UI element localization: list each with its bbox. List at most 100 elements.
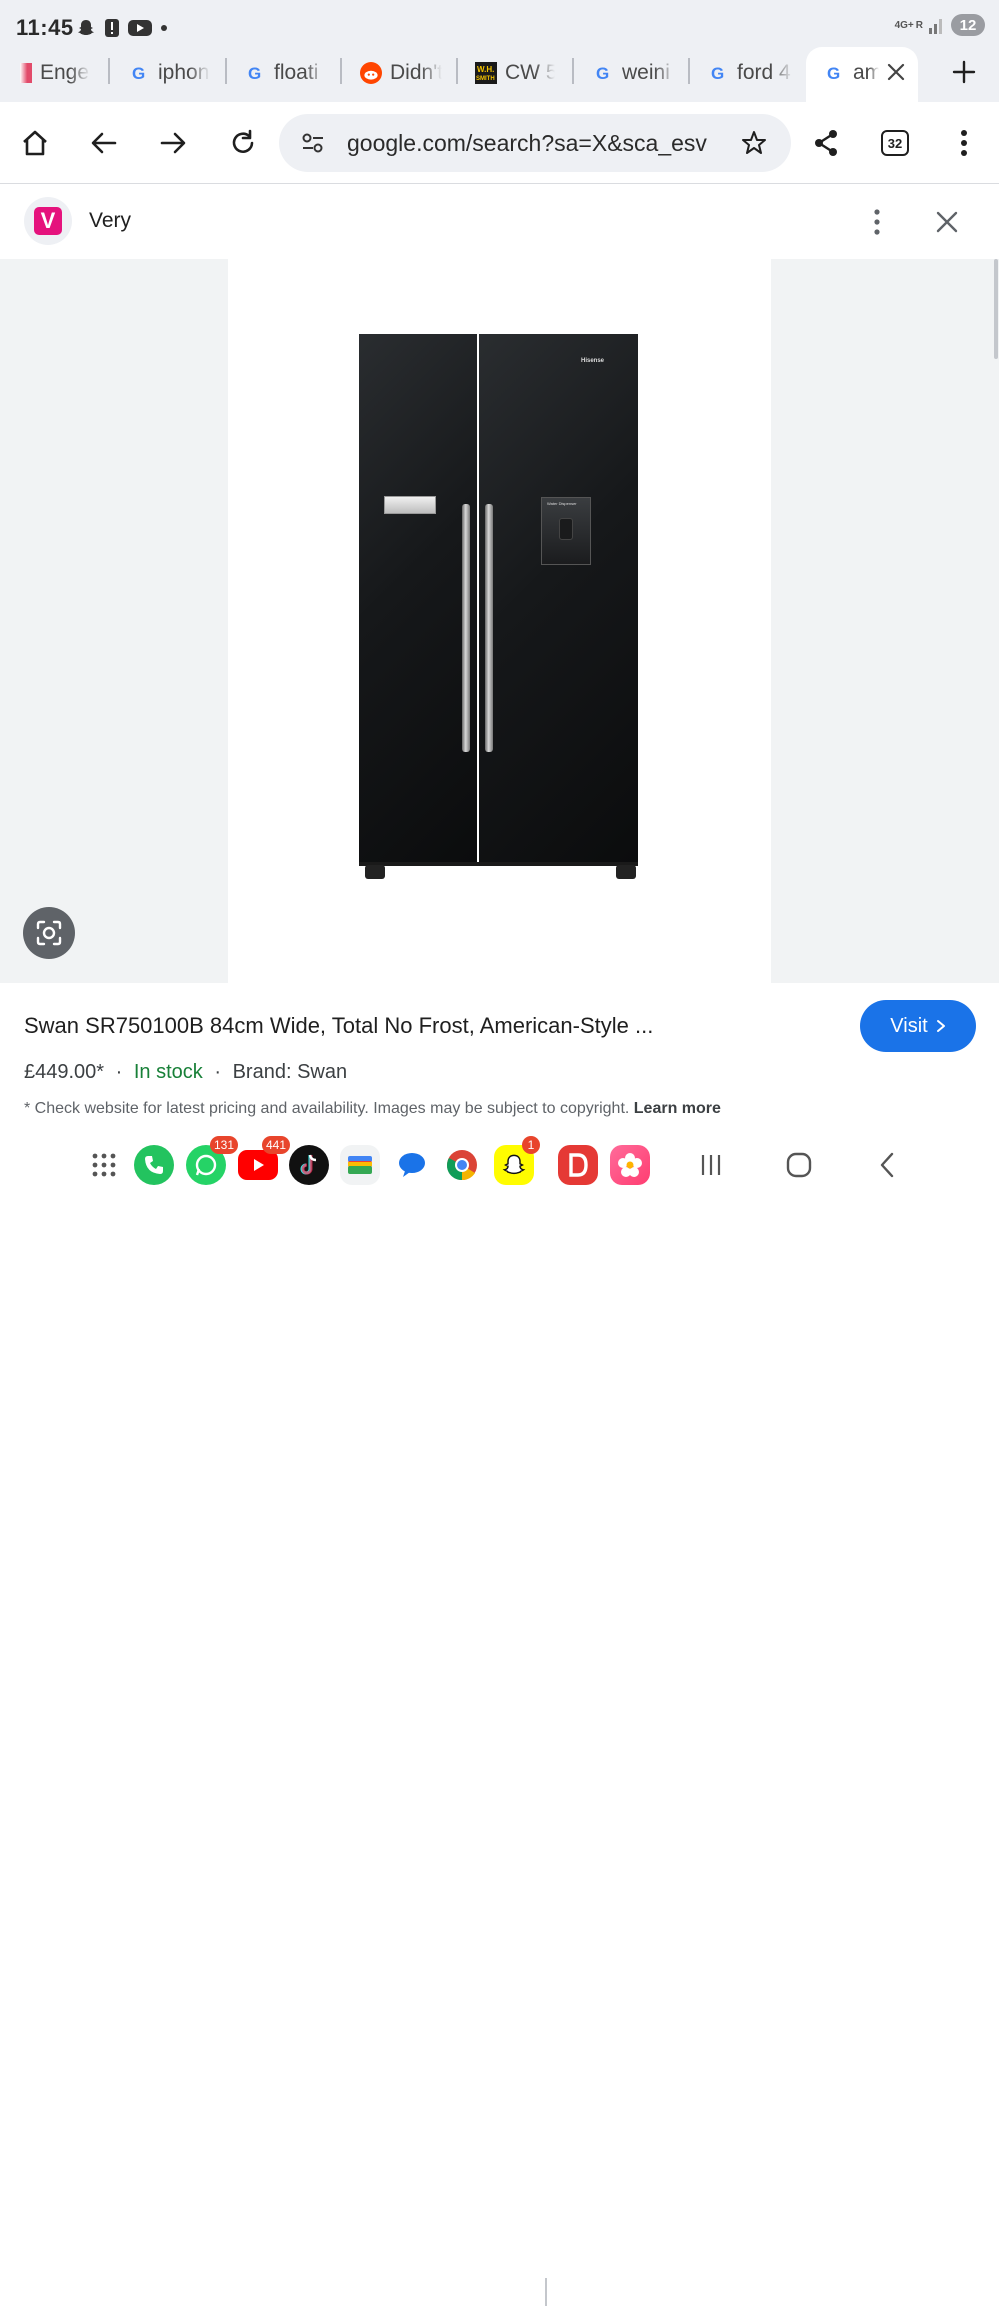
new-tab-button[interactable] — [950, 58, 978, 86]
close-icon — [887, 63, 905, 81]
whatsapp-badge: 131 — [209, 1136, 238, 1154]
reload-button[interactable] — [222, 122, 264, 164]
wallet-app[interactable] — [340, 1145, 380, 1185]
panel-menu-button[interactable] — [866, 207, 888, 237]
stock-status: In stock — [133, 1061, 203, 1083]
google-g-icon: G — [711, 64, 724, 83]
disclaimer: * Check website for latest pricing and a… — [24, 1100, 721, 1118]
plus-icon — [952, 60, 976, 84]
site-settings-icon[interactable] — [301, 132, 325, 154]
tab-divider — [340, 58, 342, 84]
chrome-app[interactable] — [442, 1145, 482, 1185]
phone-icon — [145, 1156, 163, 1174]
tab-title: weini — [622, 61, 670, 84]
recents-button[interactable] — [696, 1150, 726, 1180]
bookmark-star-icon[interactable] — [741, 130, 767, 156]
visit-button[interactable]: Visit — [860, 1000, 976, 1052]
close-tab-button[interactable] — [884, 60, 908, 84]
learn-more-link[interactable]: Learn more — [634, 1100, 721, 1117]
tab-2[interactable]: G iphon — [130, 56, 210, 90]
tab-5[interactable]: W.H. SMITH CW 5 — [475, 56, 557, 90]
svg-text:G: G — [248, 64, 261, 83]
chrome-icon — [446, 1150, 477, 1181]
youtube-badge: 441 — [261, 1136, 290, 1154]
google-g-icon: G — [596, 64, 609, 83]
flower-app[interactable] — [610, 1145, 650, 1185]
address-bar[interactable]: google.com/search?sa=X&sca_esv — [279, 114, 791, 172]
fridge-foot — [365, 865, 385, 879]
battery-indicator: 12 — [951, 14, 985, 36]
signal-icon — [929, 19, 942, 34]
status-icons — [76, 17, 168, 39]
status-bar: 11:45 4G+ R 12 — [0, 0, 999, 52]
share-button[interactable] — [805, 122, 847, 164]
whatsapp-app[interactable]: 131 — [186, 1136, 238, 1185]
meta-separator: · — [214, 1061, 222, 1083]
tab-title: Engel — [40, 61, 90, 84]
reload-icon — [232, 129, 254, 153]
share-icon — [815, 130, 837, 156]
youtube-icon — [128, 20, 152, 36]
dock-divider — [545, 2278, 547, 2306]
tab-4[interactable]: Didn't — [360, 56, 442, 90]
apps-grid-icon — [92, 1153, 116, 1177]
browser-toolbar: google.com/search?sa=X&sca_esv 32 — [0, 102, 999, 184]
site-name[interactable]: Very — [89, 209, 131, 233]
tab-title: floati — [274, 61, 319, 84]
d-app-icon — [569, 1153, 588, 1177]
snapchat-icon — [78, 20, 94, 35]
flower-app-icon — [618, 1153, 642, 1177]
site-logo[interactable]: V — [24, 197, 72, 245]
chevron-left-icon — [880, 1152, 894, 1178]
disclaimer-text: * Check website for latest pricing and a… — [24, 1100, 630, 1117]
dispenser-label: Water Dispenser — [547, 501, 577, 506]
engel-favicon — [20, 63, 32, 83]
google-g-icon: G — [248, 64, 261, 83]
home-button[interactable] — [14, 122, 56, 164]
wallet-icon — [348, 1156, 372, 1174]
tab-7[interactable]: G ford 4 — [709, 56, 793, 90]
url-text[interactable]: google.com/search?sa=X&sca_esv — [347, 130, 711, 157]
google-g-icon: G — [827, 64, 840, 83]
tab-divider — [225, 58, 227, 84]
tab-6[interactable]: G weini — [594, 56, 676, 90]
product-image[interactable]: Hisense Water Dispenser — [228, 259, 771, 983]
apps-grid-button[interactable] — [90, 1151, 118, 1179]
phone-app[interactable] — [134, 1145, 174, 1185]
tab-1[interactable]: Engel — [20, 56, 92, 90]
tab-switcher-button[interactable]: 32 — [874, 122, 916, 164]
panel-close-button[interactable] — [933, 208, 961, 236]
tab-divider — [108, 58, 110, 84]
back-nav-button[interactable] — [872, 1150, 902, 1180]
tab-title: iphon — [158, 61, 210, 84]
dot-icon — [161, 25, 167, 31]
water-dispenser: Water Dispenser — [541, 497, 591, 565]
app-dock: 131 441 1 — [0, 1128, 999, 2306]
tab-count: 32 — [881, 130, 909, 156]
tab-divider — [456, 58, 458, 84]
messages-app[interactable] — [392, 1145, 432, 1185]
menu-button[interactable] — [943, 122, 985, 164]
reddit-icon — [360, 62, 382, 84]
google-g-icon: G — [132, 64, 145, 83]
product-image-viewer[interactable]: Hisense Water Dispenser — [0, 259, 999, 983]
scrollbar-thumb[interactable] — [994, 259, 998, 359]
home-nav-button[interactable] — [784, 1150, 814, 1180]
back-button[interactable] — [83, 122, 125, 164]
product-title[interactable]: Swan SR750100B 84cm Wide, Total No Frost… — [24, 1013, 653, 1039]
more-vert-icon — [961, 130, 967, 156]
result-panel-header: V Very — [0, 185, 999, 259]
snapchat-app[interactable]: 1 — [494, 1136, 540, 1185]
google-lens-button[interactable] — [23, 907, 75, 959]
messages-icon — [399, 1153, 425, 1177]
tab-3[interactable]: G floati — [246, 56, 326, 90]
tab-title: ford 4 — [737, 61, 791, 84]
visit-label: Visit — [890, 1014, 928, 1037]
network-indicator: 4G+ — [894, 19, 914, 31]
d-app[interactable] — [558, 1145, 598, 1185]
youtube-app[interactable]: 441 — [238, 1136, 290, 1180]
tab-8-active[interactable]: G am — [825, 56, 885, 90]
svg-text:G: G — [596, 64, 609, 83]
tiktok-app[interactable] — [289, 1145, 329, 1185]
forward-button[interactable] — [152, 122, 194, 164]
